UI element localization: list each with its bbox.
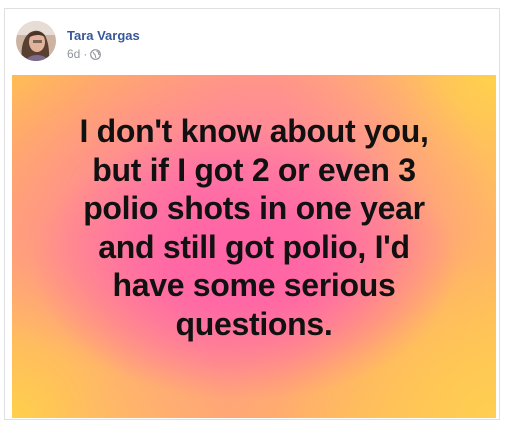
post-meta: 6d ·	[67, 47, 102, 61]
quote-line: questions.	[175, 305, 333, 342]
profile-photo	[16, 21, 56, 61]
quote-line: and still got polio, I'd	[98, 228, 410, 265]
quote-line: but if I got 2 or even 3	[92, 151, 416, 188]
post-header: Tara Vargas 6d ·	[5, 9, 499, 81]
facebook-post: Tara Vargas 6d · I don't know about you,…	[4, 8, 500, 420]
avatar[interactable]	[16, 21, 56, 61]
post-timestamp[interactable]: 6d	[67, 47, 80, 61]
quote-line: have some serious	[112, 267, 396, 303]
meta-separator: ·	[83, 47, 88, 61]
author-name-link[interactable]: Tara Vargas	[67, 28, 140, 43]
image-quote-text: I don't know about you, but if I got 2 o…	[12, 112, 496, 343]
post-image[interactable]: I don't know about you, but if I got 2 o…	[12, 75, 496, 418]
quote-line: polio shots in one year	[83, 190, 425, 226]
globe-icon[interactable]	[90, 48, 102, 60]
quote-line: I don't know about you,	[79, 113, 429, 149]
